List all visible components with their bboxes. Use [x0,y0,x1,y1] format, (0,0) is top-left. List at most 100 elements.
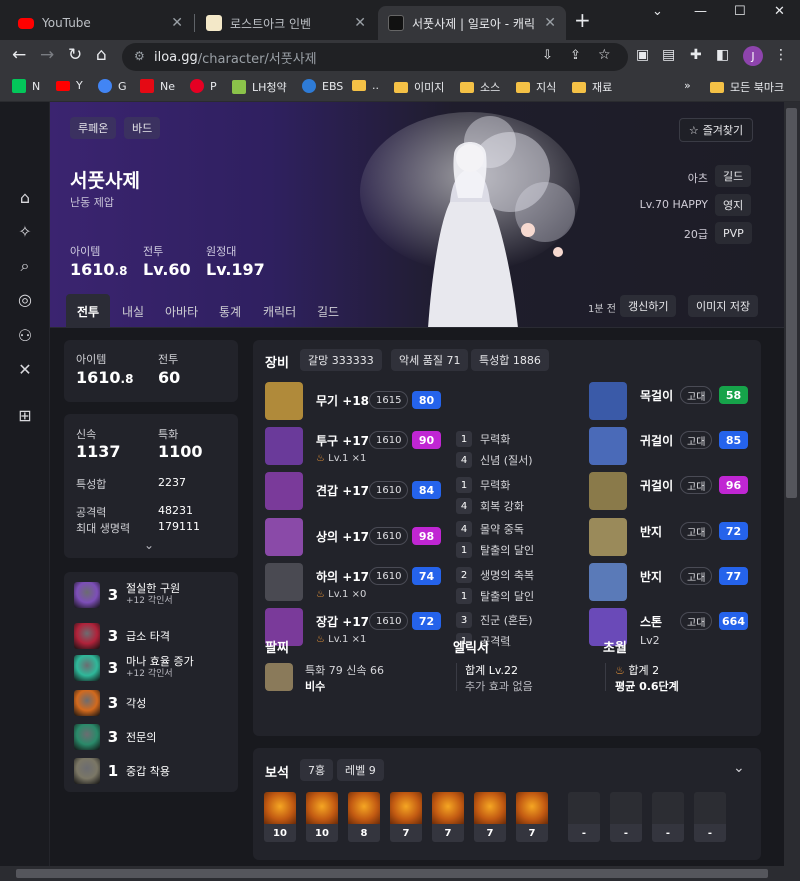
bookmarks-overflow[interactable]: » [684,79,691,92]
globe-search-icon[interactable]: ◎ [15,290,35,310]
stone-engraving-name: 생명의 축복 [480,569,535,582]
accessory-quality: 77 [719,567,748,585]
grid-plus-icon[interactable]: ⊞ [15,406,35,426]
chevron-down-icon[interactable]: ⌄ [144,538,154,552]
engraving-item[interactable]: 3 각성 [74,689,146,717]
chevron-down-icon[interactable]: ⌄ [733,760,745,776]
gear-icon[interactable] [265,382,303,420]
share-icon[interactable]: ⇪ [570,48,581,63]
home-icon[interactable]: ⌂ [96,45,107,65]
image-icon[interactable]: ▤ [662,47,675,63]
transcend-total: ♨ 합계 2 [615,664,660,677]
accessory-quality: 72 [719,522,748,540]
maximize-button[interactable]: ☐ [734,4,746,19]
gear-icon[interactable] [265,563,303,601]
gem-slot[interactable]: - [610,792,642,842]
site-sidebar: ⌂ ✧ ⌕ ◎ ⚇ ✕ ⊞ [0,102,50,866]
gear-icon[interactable] [265,472,303,510]
server-chip[interactable]: 루페온 [70,117,117,139]
close-window-button[interactable]: ✕ [774,4,785,19]
transcend-title: 초월 [603,641,627,656]
bookmark-folder[interactable]: 이미지 [394,79,444,95]
engraving-item[interactable]: 3 절실한 구원 +12 각인서 [74,581,180,609]
accessory-icon[interactable] [589,427,627,465]
gem-slot[interactable]: 7 [516,792,548,842]
home-icon[interactable]: ⌂ [15,188,35,208]
bracelet-title: 팔찌 [265,641,289,656]
tab-domestic[interactable]: 내실 [122,294,144,328]
reload-icon[interactable]: ↻ [68,45,82,65]
new-tab-button[interactable]: + [574,8,591,32]
install-icon[interactable]: ⇩ [542,48,553,63]
save-image-button[interactable]: 이미지 저장 [688,295,759,317]
gear-icon[interactable] [265,518,303,556]
accessory-icon[interactable] [589,472,627,510]
tab-combat[interactable]: 전투 [66,294,111,328]
forward-icon[interactable]: → [40,45,54,65]
equipment-card: 장비 갈망 333333 악세 품질 71 특성합 1886 무기 +18 16… [253,340,761,736]
gem-slot[interactable]: - [568,792,600,842]
refresh-button[interactable]: 갱신하기 [620,295,677,317]
tools-icon[interactable]: ✕ [15,360,35,380]
tab-inven[interactable]: 로스트아크 인벤 ✕ [196,6,376,40]
engraving-item[interactable]: 3 마나 효율 증가 +12 각인서 [74,654,194,682]
gem-slot[interactable]: 7 [432,792,464,842]
media-icon[interactable]: ▣ [636,47,649,63]
bookmark-ebs[interactable]: EBS [302,79,343,93]
all-bookmarks[interactable]: 모든 북마크 [710,79,784,95]
address-bar[interactable]: ⚙ iloa.gg/character/서풋사제 ⇩ ⇪ ☆ [122,43,628,71]
bookmark-p[interactable]: P [190,79,217,93]
bookmark-folder[interactable]: .. [352,79,379,92]
tab-iloa[interactable]: 서풋사제 | 일로아 - 캐릭터 ✕ [378,6,566,40]
gem-slot[interactable]: 10 [264,792,296,842]
accessory-icon[interactable] [589,382,627,420]
engraving-item[interactable]: 1 중갑 착용 [74,757,170,785]
bookmark-g[interactable]: G [98,79,127,93]
gem-slot[interactable]: 10 [306,792,338,842]
site-info-icon[interactable]: ⚙ [134,49,145,63]
minimize-button[interactable]: — [694,4,707,19]
vertical-scroll-thumb[interactable] [786,108,797,498]
menu-icon[interactable]: ⋮ [774,47,788,63]
close-tab-icon[interactable]: ✕ [171,15,183,31]
tab-search-icon[interactable]: ⌄ [652,4,663,19]
bookmark-folder[interactable]: 소스 [460,79,500,95]
gem-slot[interactable]: 8 [348,792,380,842]
tab-character[interactable]: 캐릭터 [263,294,296,328]
bookmark-n[interactable]: N [12,79,40,93]
side-panel-icon[interactable]: ◧ [716,47,729,63]
close-tab-icon[interactable]: ✕ [544,15,556,31]
bookmark-folder[interactable]: 지식 [516,79,556,95]
tab-stats[interactable]: 통계 [219,294,241,328]
bracelet-icon[interactable] [265,663,293,691]
engraving-item[interactable]: 3 전문의 [74,723,156,751]
class-chip[interactable]: 바드 [124,117,161,139]
tab-youtube[interactable]: YouTube ✕ [8,6,193,40]
extensions-icon[interactable]: ✚ [690,47,702,63]
engraving-item[interactable]: 3 급소 타격 [74,622,170,650]
gem-slot[interactable]: - [652,792,684,842]
tab-guild[interactable]: 길드 [317,294,339,328]
close-tab-icon[interactable]: ✕ [354,15,366,31]
profile-avatar[interactable]: J [743,46,763,66]
bookmark-ne[interactable]: Ne [140,79,175,93]
horizontal-scroll-thumb[interactable] [16,869,768,878]
accessory-icon[interactable] [589,563,627,601]
gem-level: - [610,824,642,842]
gem-slot[interactable]: 7 [390,792,422,842]
accessory-icon[interactable] [589,518,627,556]
gear-icon[interactable] [265,427,303,465]
bookmark-folder[interactable]: 재료 [572,79,612,95]
bookmark-lh[interactable]: LH청약 [232,79,287,95]
tab-avatar[interactable]: 아바타 [165,294,198,328]
back-icon[interactable]: ← [12,45,26,65]
gem-slot[interactable]: - [694,792,726,842]
bookmark-star-icon[interactable]: ☆ [598,47,611,63]
bookmark-y[interactable]: Y [56,79,83,92]
gem-slot[interactable]: 7 [474,792,506,842]
pvp-chip: PVP [715,222,752,244]
favorite-button[interactable]: ☆ 즐겨찾기 [679,118,753,142]
users-icon[interactable]: ⚇ [15,326,35,346]
magic-wand-icon[interactable]: ✧ [15,222,35,242]
search-document-icon[interactable]: ⌕ [15,256,35,276]
